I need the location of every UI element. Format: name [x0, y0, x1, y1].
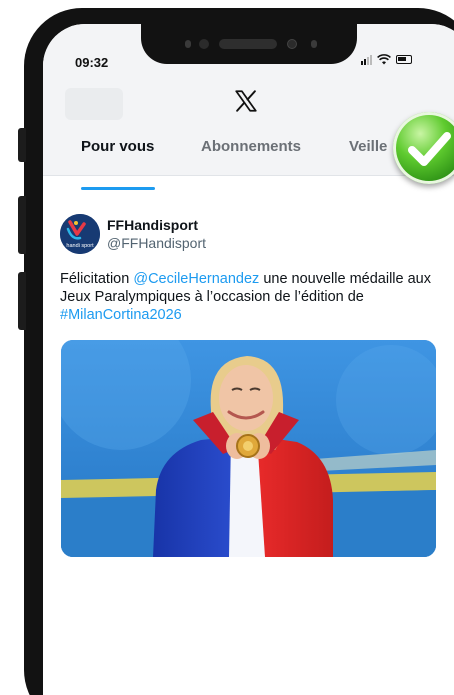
camera-notch — [141, 24, 357, 64]
battery-icon — [396, 55, 412, 64]
signal-icon — [361, 54, 372, 65]
x-logo-icon[interactable] — [233, 88, 259, 114]
avatar[interactable]: handi sport — [60, 214, 100, 254]
mention-link[interactable]: @CecileHernandez — [133, 271, 259, 287]
status-time: 09:32 — [75, 55, 109, 70]
header-left-placeholder — [65, 88, 123, 120]
post-text-segment: Félicitation — [60, 271, 134, 287]
ffhandisport-logo-icon: handi sport — [60, 214, 100, 254]
author-handle[interactable]: @FFHandisport — [107, 235, 206, 251]
tab-pour-vous[interactable]: Pour vous — [81, 138, 154, 155]
tab-veille[interactable]: Veille — [349, 138, 387, 155]
phone-volume-up-button — [18, 196, 26, 254]
checkmark-icon — [408, 132, 451, 166]
post-media-image[interactable] — [61, 340, 436, 557]
active-tab-indicator — [81, 187, 155, 190]
avatar-logo-text: handi sport — [66, 243, 94, 249]
phone-volume-down-button — [18, 272, 26, 330]
hashtag-link[interactable]: #MilanCortina2026 — [60, 307, 182, 323]
tab-abonnements[interactable]: Abonnements — [201, 138, 301, 155]
stage: 09:32 Pour vous Abonnements Veille handi… — [0, 0, 454, 695]
author-name[interactable]: FFHandisport — [107, 217, 198, 233]
checkmark-badge — [393, 112, 454, 184]
phone-side-button — [18, 128, 26, 162]
status-icons — [361, 54, 412, 65]
wifi-icon — [377, 54, 391, 65]
athlete-photo — [61, 340, 436, 557]
post-text: Félicitation @CecileHernandez une nouvel… — [60, 270, 450, 324]
